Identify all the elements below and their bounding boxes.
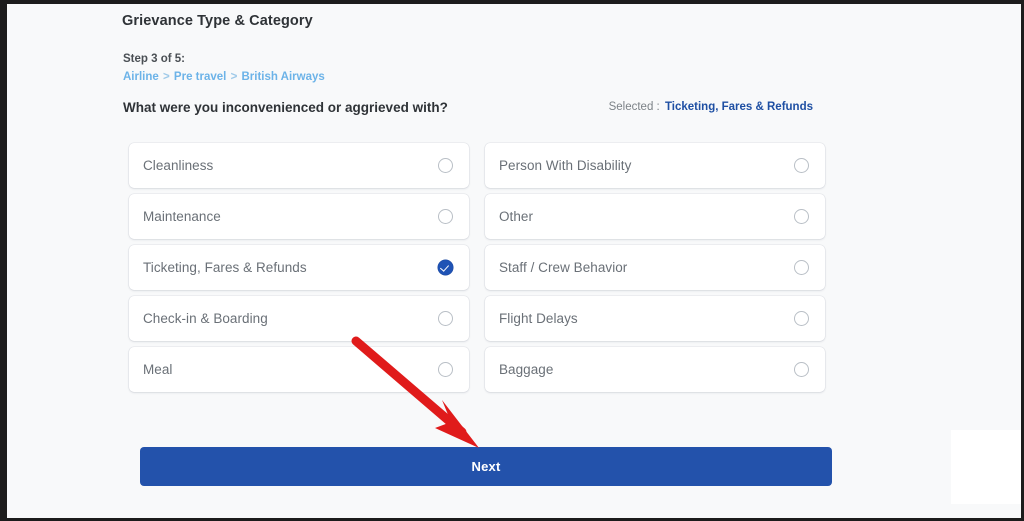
option-card[interactable]: Other xyxy=(485,194,825,239)
selected-summary: Selected : Ticketing, Fares & Refunds xyxy=(609,101,813,113)
option-card[interactable]: Ticketing, Fares & Refunds xyxy=(129,245,469,290)
browser-frame: Grievance Type & Category Step 3 of 5: A… xyxy=(0,0,1024,521)
radio-unchecked-icon[interactable] xyxy=(794,260,809,275)
option-label: Check-in & Boarding xyxy=(143,311,268,326)
option-card[interactable]: Baggage xyxy=(485,347,825,392)
option-label: Cleanliness xyxy=(143,158,214,173)
option-label: Person With Disability xyxy=(499,158,632,173)
option-label: Other xyxy=(499,209,534,224)
option-label: Baggage xyxy=(499,362,554,377)
radio-unchecked-icon[interactable] xyxy=(438,209,453,224)
option-card[interactable]: Meal xyxy=(129,347,469,392)
selected-label: Selected : xyxy=(608,101,660,113)
option-label: Staff / Crew Behavior xyxy=(499,260,628,275)
breadcrumb-separator: > xyxy=(163,71,170,83)
breadcrumb-item-british-airways[interactable]: British Airways xyxy=(241,71,324,83)
breadcrumb: Airline > Pre travel > British Airways xyxy=(123,71,325,83)
radio-unchecked-icon[interactable] xyxy=(438,158,453,173)
radio-unchecked-icon[interactable] xyxy=(794,158,809,173)
option-card[interactable]: Maintenance xyxy=(129,194,469,239)
question-text: What were you inconvenienced or aggrieve… xyxy=(123,100,448,115)
breadcrumb-item-airline[interactable]: Airline xyxy=(123,71,159,83)
radio-unchecked-icon[interactable] xyxy=(794,362,809,377)
breadcrumb-item-pre-travel[interactable]: Pre travel xyxy=(174,71,226,83)
option-card[interactable]: Cleanliness xyxy=(129,143,469,188)
next-button[interactable]: Next xyxy=(140,447,832,486)
option-label: Meal xyxy=(143,362,173,377)
grievance-form-page: Grievance Type & Category Step 3 of 5: A… xyxy=(7,4,1021,518)
radio-checked-icon[interactable] xyxy=(438,260,453,275)
option-card[interactable]: Staff / Crew Behavior xyxy=(485,245,825,290)
option-list: Cleanliness Maintenance Ticketing, Fares &… xyxy=(129,143,825,392)
blank-panel xyxy=(951,430,1021,504)
selected-value: Ticketing, Fares & Refunds xyxy=(664,101,813,113)
step-indicator: Step 3 of 5: xyxy=(123,53,185,65)
option-card[interactable]: Check-in & Boarding xyxy=(129,296,469,341)
option-label: Flight Delays xyxy=(499,311,578,326)
radio-unchecked-icon[interactable] xyxy=(438,311,453,326)
radio-unchecked-icon[interactable] xyxy=(794,311,809,326)
radio-unchecked-icon[interactable] xyxy=(438,362,453,377)
option-card[interactable]: Person With Disability xyxy=(485,143,825,188)
breadcrumb-separator: > xyxy=(230,71,238,83)
option-label: Ticketing, Fares & Refunds xyxy=(143,260,307,275)
page-title: Grievance Type & Category xyxy=(122,13,313,29)
radio-unchecked-icon[interactable] xyxy=(794,209,809,224)
option-label: Maintenance xyxy=(143,209,221,224)
option-card[interactable]: Flight Delays xyxy=(485,296,825,341)
